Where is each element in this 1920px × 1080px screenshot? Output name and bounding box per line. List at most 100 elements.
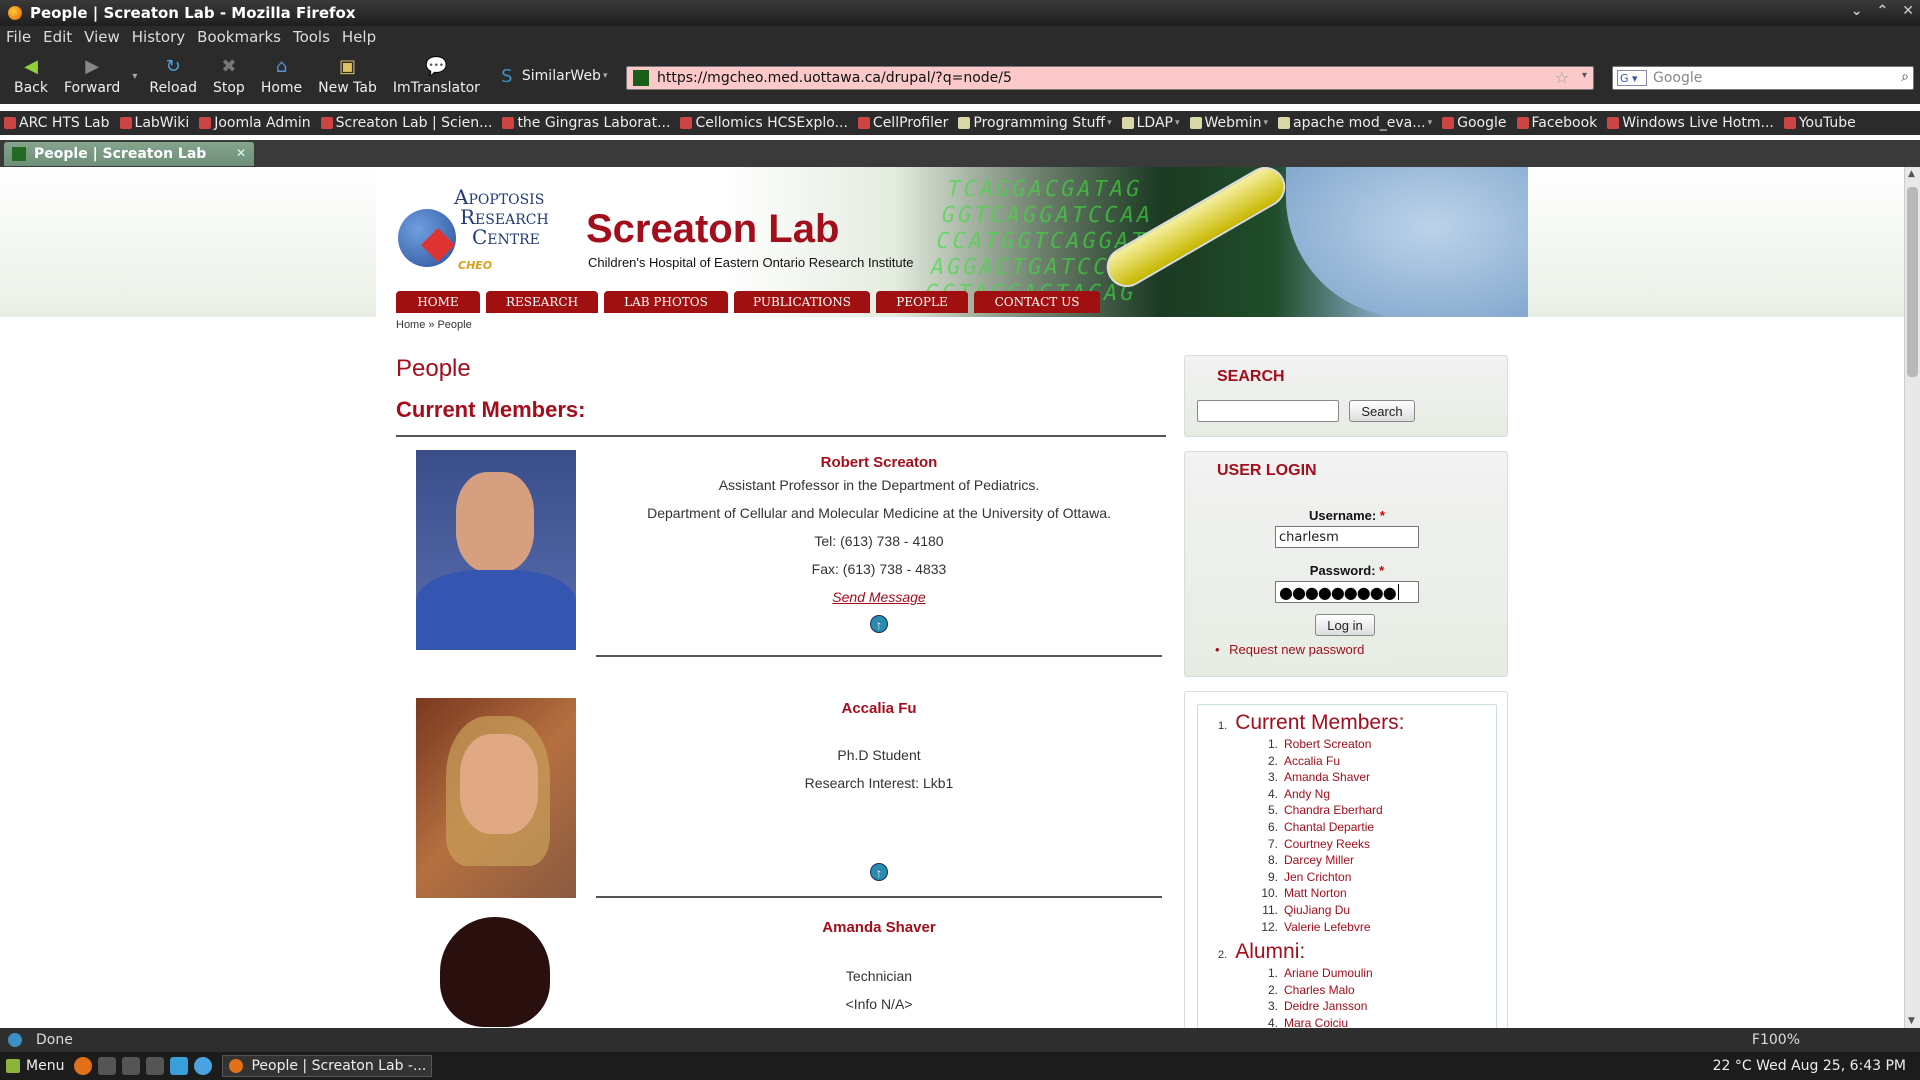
username-field[interactable]: charlesm — [1275, 526, 1419, 548]
similarweb-button[interactable]: S SimilarWeb ▾ — [490, 48, 614, 104]
toc-member-link[interactable]: 4. Mara Coiciu — [1258, 1016, 1348, 1028]
bookmark-label: apache mod_eva... — [1292, 115, 1426, 131]
breadcrumb-current[interactable]: People — [437, 319, 471, 331]
toc-section[interactable]: 2. Alumni: — [1218, 940, 1305, 964]
bookmark-item[interactable]: Webmin ▾ — [1189, 115, 1268, 131]
new-tab-button[interactable]: ▣ New Tab — [312, 48, 383, 104]
toc-member-link[interactable]: 12. Valerie Lefebvre — [1258, 920, 1370, 936]
firefox-launcher-icon[interactable] — [74, 1057, 93, 1075]
back-to-top-icon[interactable]: ↑ — [870, 615, 888, 633]
minimize-icon[interactable]: ⌄ — [1851, 3, 1863, 19]
menu-bookmarks[interactable]: Bookmarks — [197, 28, 281, 46]
nav-home[interactable]: HOME — [396, 291, 480, 313]
notes-launcher-icon[interactable] — [122, 1057, 141, 1075]
send-message-link[interactable]: Send Message — [596, 589, 1162, 605]
nav-publications[interactable]: PUBLICATIONS — [734, 291, 870, 313]
stop-button[interactable]: ✖ Stop — [207, 48, 251, 104]
bookmark-star-icon[interactable]: ☆ — [1555, 68, 1569, 87]
toc-member-link[interactable]: 5. Chandra Eberhard — [1258, 803, 1383, 819]
bookmark-item[interactable]: Cellomics HCSExplo... — [680, 115, 848, 131]
bookmark-item[interactable]: the Gingras Laborat... — [502, 115, 670, 131]
media-launcher-icon[interactable] — [194, 1057, 213, 1075]
bookmark-item[interactable]: YouTube — [1783, 115, 1856, 131]
bookmark-item[interactable]: apache mod_eva... ▾ — [1277, 115, 1432, 131]
toc-section[interactable]: 1. Current Members: — [1218, 711, 1404, 735]
thunderbolt-launcher-icon[interactable] — [170, 1057, 189, 1075]
menu-view[interactable]: View — [84, 28, 120, 46]
menu-file[interactable]: File — [6, 28, 31, 46]
bookmark-item[interactable]: Google — [1442, 115, 1507, 131]
toc-member-link[interactable]: 6. Chantal Departie — [1258, 820, 1374, 836]
bookmark-item[interactable]: Programming Stuff ▾ — [958, 115, 1112, 131]
bookmark-item[interactable]: LDAP ▾ — [1121, 115, 1180, 131]
password-label: Password: * — [1309, 563, 1385, 578]
toc-member-link[interactable]: 9. Jen Crichton — [1258, 870, 1351, 886]
toc-member-link[interactable]: 1. Ariane Dumoulin — [1258, 966, 1373, 982]
terminal-launcher-icon[interactable] — [146, 1057, 165, 1075]
password-field[interactable]: ●●●●●●●●● — [1275, 581, 1419, 603]
toc-member-link[interactable]: 7. Courtney Reeks — [1258, 837, 1370, 853]
toc-member-link[interactable]: 8. Darcey Miller — [1258, 853, 1354, 869]
nav-lab-photos[interactable]: LAB PHOTOS — [604, 291, 728, 313]
scrollbar-thumb[interactable] — [1907, 187, 1918, 377]
url-bar[interactable]: https://mgcheo.med.uottawa.ca/drupal/?q=… — [626, 66, 1594, 90]
members-toc-block: 1. Current Members: 1. Robert Screaton 2. Acc… — [1184, 691, 1508, 1028]
site-search-input[interactable] — [1197, 400, 1339, 422]
bookmark-item[interactable]: Facebook — [1516, 115, 1598, 131]
history-dropdown[interactable]: ▾ — [130, 48, 139, 104]
bookmark-item[interactable]: CellProfiler — [857, 115, 948, 131]
url-dropdown-icon[interactable]: ▾ — [1582, 70, 1587, 81]
text-editor-launcher-icon[interactable] — [98, 1057, 117, 1075]
nav-contact-us[interactable]: CONTACT US — [974, 291, 1100, 313]
bookmark-item[interactable]: Joomla Admin — [199, 115, 311, 131]
toc-member-link[interactable]: 1. Robert Screaton — [1258, 737, 1371, 753]
menu-history[interactable]: History — [132, 28, 185, 46]
imtranslator-button[interactable]: 💬 ImTranslator — [387, 48, 486, 104]
taskbar-firefox-window[interactable]: People | Screaton Lab -... — [222, 1055, 433, 1077]
zoom-level[interactable]: F100% — [1752, 1032, 1800, 1048]
bookmark-item[interactable]: ARC HTS Lab — [4, 115, 110, 131]
forward-button[interactable]: ▶ Forward — [58, 48, 126, 104]
bookmark-item[interactable]: Screaton Lab | Scien... — [320, 115, 492, 131]
nav-research[interactable]: RESEARCH — [486, 291, 598, 313]
menu-edit[interactable]: Edit — [43, 28, 72, 46]
login-button[interactable]: Log in — [1315, 614, 1375, 636]
reload-button[interactable]: ↻ Reload — [143, 48, 203, 104]
home-button[interactable]: ⌂ Home — [255, 48, 308, 104]
start-menu-button[interactable]: Menu — [0, 1058, 64, 1074]
bookmark-item[interactable]: Windows Live Hotm... — [1607, 115, 1774, 131]
site-search-button[interactable]: Search — [1349, 400, 1415, 422]
back-to-top-icon[interactable]: ↑ — [870, 863, 888, 881]
bookmark-label: Facebook — [1531, 115, 1598, 131]
request-password-link[interactable]: • Request new password — [1215, 642, 1364, 657]
toc-member-link[interactable]: 4. Andy Ng — [1258, 787, 1330, 803]
toc-member-link[interactable]: 3. Amanda Shaver — [1258, 770, 1370, 786]
maximize-icon[interactable]: ⌃ — [1877, 3, 1889, 19]
toc-member-name: Mara Coiciu — [1284, 1016, 1349, 1028]
site-title[interactable]: Screaton Lab — [586, 207, 839, 252]
bookmark-item[interactable]: LabWiki — [119, 115, 189, 131]
tab-people[interactable]: People | Screaton Lab ✕ — [4, 142, 254, 166]
close-tab-icon[interactable]: ✕ — [236, 146, 246, 160]
vertical-scrollbar[interactable]: ▲ ▼ — [1904, 167, 1920, 1028]
toc-member-link[interactable]: 2. Accalia Fu — [1258, 754, 1340, 770]
search-engine-icon[interactable]: G ▾ — [1617, 70, 1647, 86]
menu-tools[interactable]: Tools — [293, 28, 330, 46]
nav-people[interactable]: PEOPLE — [876, 291, 968, 313]
system-clock[interactable]: 22 °C Wed Aug 25, 6:43 PM — [1713, 1058, 1906, 1074]
back-button[interactable]: ◀ Back — [8, 48, 54, 104]
search-engine-box[interactable]: G ▾ Google ⌕ — [1612, 66, 1914, 90]
url-text: https://mgcheo.med.uottawa.ca/drupal/?q=… — [657, 70, 1012, 86]
toc-member-link[interactable]: 2. Charles Malo — [1258, 983, 1355, 999]
close-window-icon[interactable]: ✕ — [1902, 3, 1914, 19]
tab-favicon — [12, 147, 26, 161]
search-icon[interactable]: ⌕ — [1901, 69, 1909, 85]
menu-help[interactable]: Help — [342, 28, 376, 46]
toc-member-link[interactable]: 11. QiuJiang Du — [1258, 903, 1350, 919]
status-bar: Done F100% — [0, 1028, 1920, 1052]
toc-member-link[interactable]: 3. Deidre Jansson — [1258, 999, 1367, 1015]
page-container: TCAGGACGATAG GGTCAGGATCCAA CCATGGTCAGGAT… — [376, 167, 1528, 1028]
breadcrumb-home[interactable]: Home — [396, 319, 425, 331]
apoptosis-logo[interactable]: Apoptosis Research Centre CHEO — [398, 187, 566, 272]
toc-member-link[interactable]: 10. Matt Norton — [1258, 886, 1346, 902]
